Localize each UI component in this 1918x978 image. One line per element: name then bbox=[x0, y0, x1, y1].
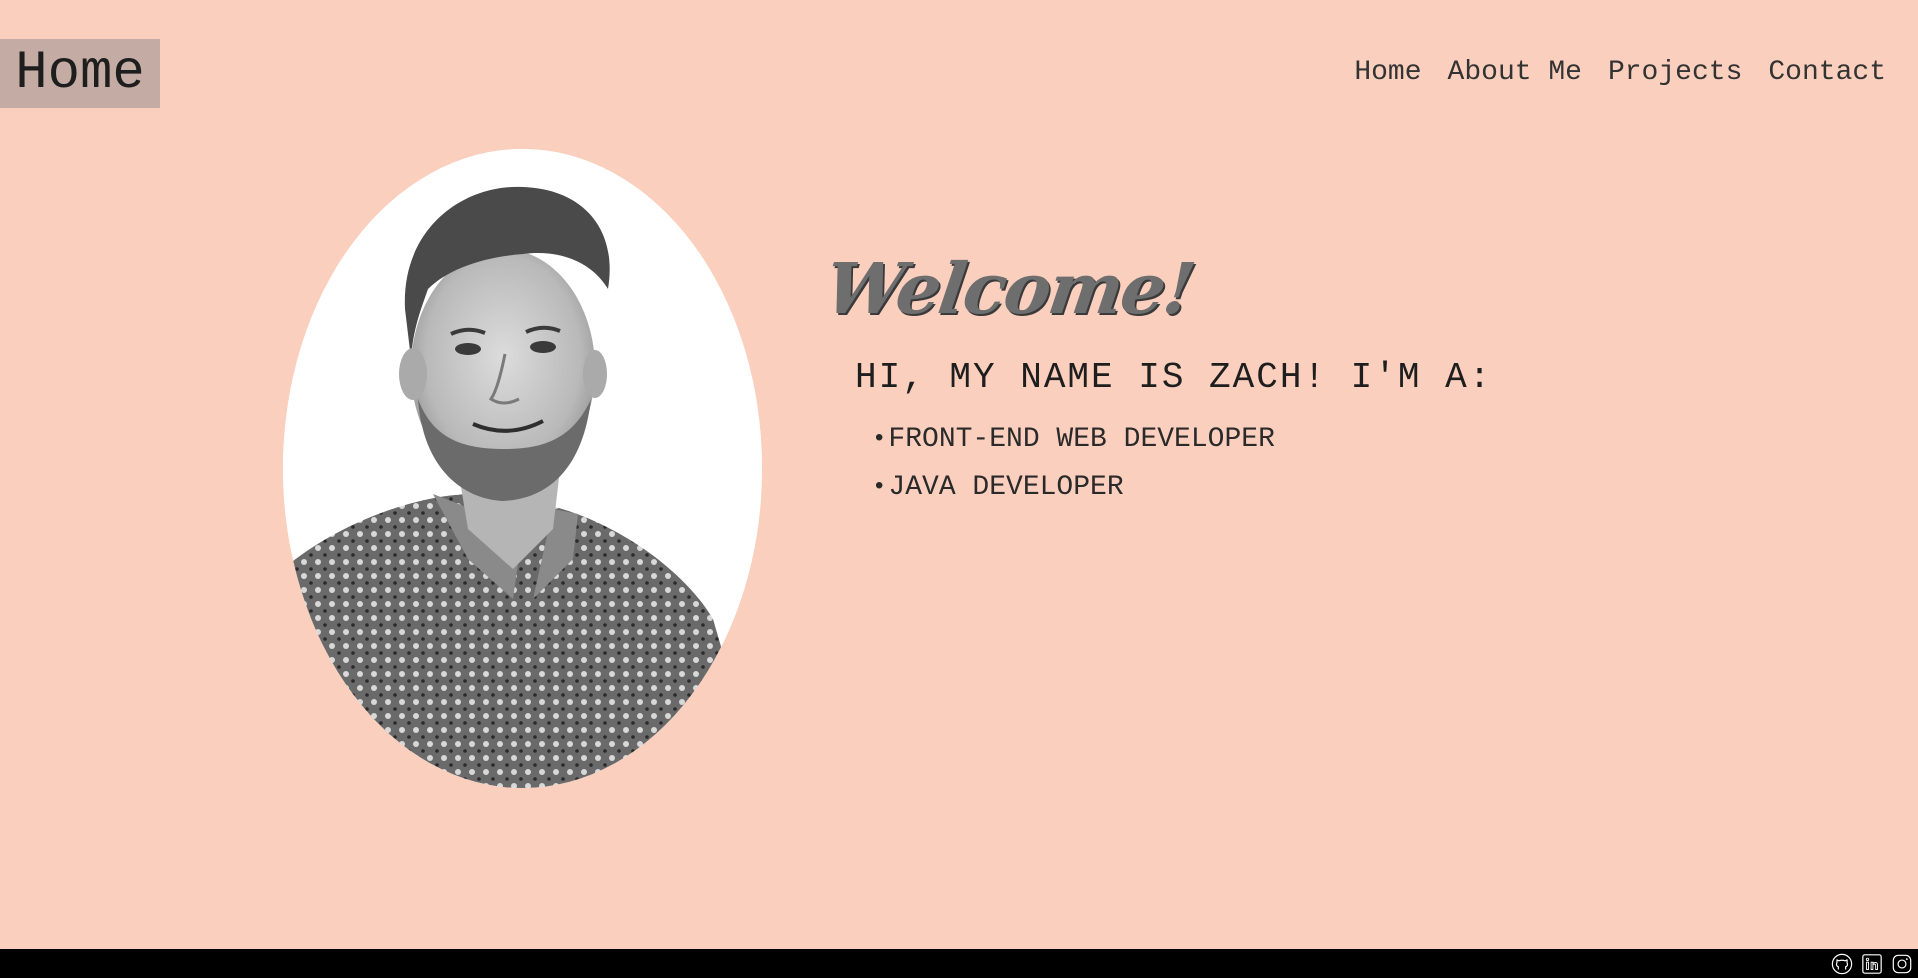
nav-contact[interactable]: Contact bbox=[1768, 56, 1886, 90]
page: Home Home About Me Projects Contact Welc… bbox=[0, 0, 1918, 978]
brand-home-link[interactable]: Home bbox=[0, 39, 160, 108]
role-label: FRONT-END WEB DEVELOPER bbox=[888, 424, 1275, 455]
footer bbox=[0, 949, 1918, 978]
intro-heading: HI, MY NAME IS ZACH! I'M A: bbox=[855, 357, 1493, 398]
profile-photo bbox=[283, 149, 762, 788]
brand-label: Home bbox=[15, 42, 145, 104]
list-item: • JAVA DEVELOPER bbox=[872, 464, 1275, 512]
role-label: JAVA DEVELOPER bbox=[888, 472, 1124, 503]
profile-photo-illustration bbox=[283, 149, 762, 788]
roles-list: • FRONT-END WEB DEVELOPER • JAVA DEVELOP… bbox=[872, 416, 1275, 512]
welcome-heading: Welcome! bbox=[820, 247, 1199, 330]
instagram-icon-glyph bbox=[1892, 954, 1912, 974]
linkedin-icon[interactable] bbox=[1860, 952, 1884, 976]
social-links bbox=[1830, 952, 1914, 976]
main-nav: Home About Me Projects Contact bbox=[1354, 56, 1886, 90]
linkedin-icon-glyph bbox=[1862, 954, 1882, 974]
list-item: • FRONT-END WEB DEVELOPER bbox=[872, 416, 1275, 464]
nav-about-me[interactable]: About Me bbox=[1448, 56, 1582, 90]
github-icon[interactable] bbox=[1830, 952, 1854, 976]
nav-projects[interactable]: Projects bbox=[1608, 56, 1742, 90]
nav-home[interactable]: Home bbox=[1354, 56, 1421, 90]
bullet-icon: • bbox=[872, 474, 887, 501]
github-icon-glyph bbox=[1831, 953, 1853, 975]
instagram-icon[interactable] bbox=[1890, 952, 1914, 976]
bullet-icon: • bbox=[872, 426, 887, 453]
